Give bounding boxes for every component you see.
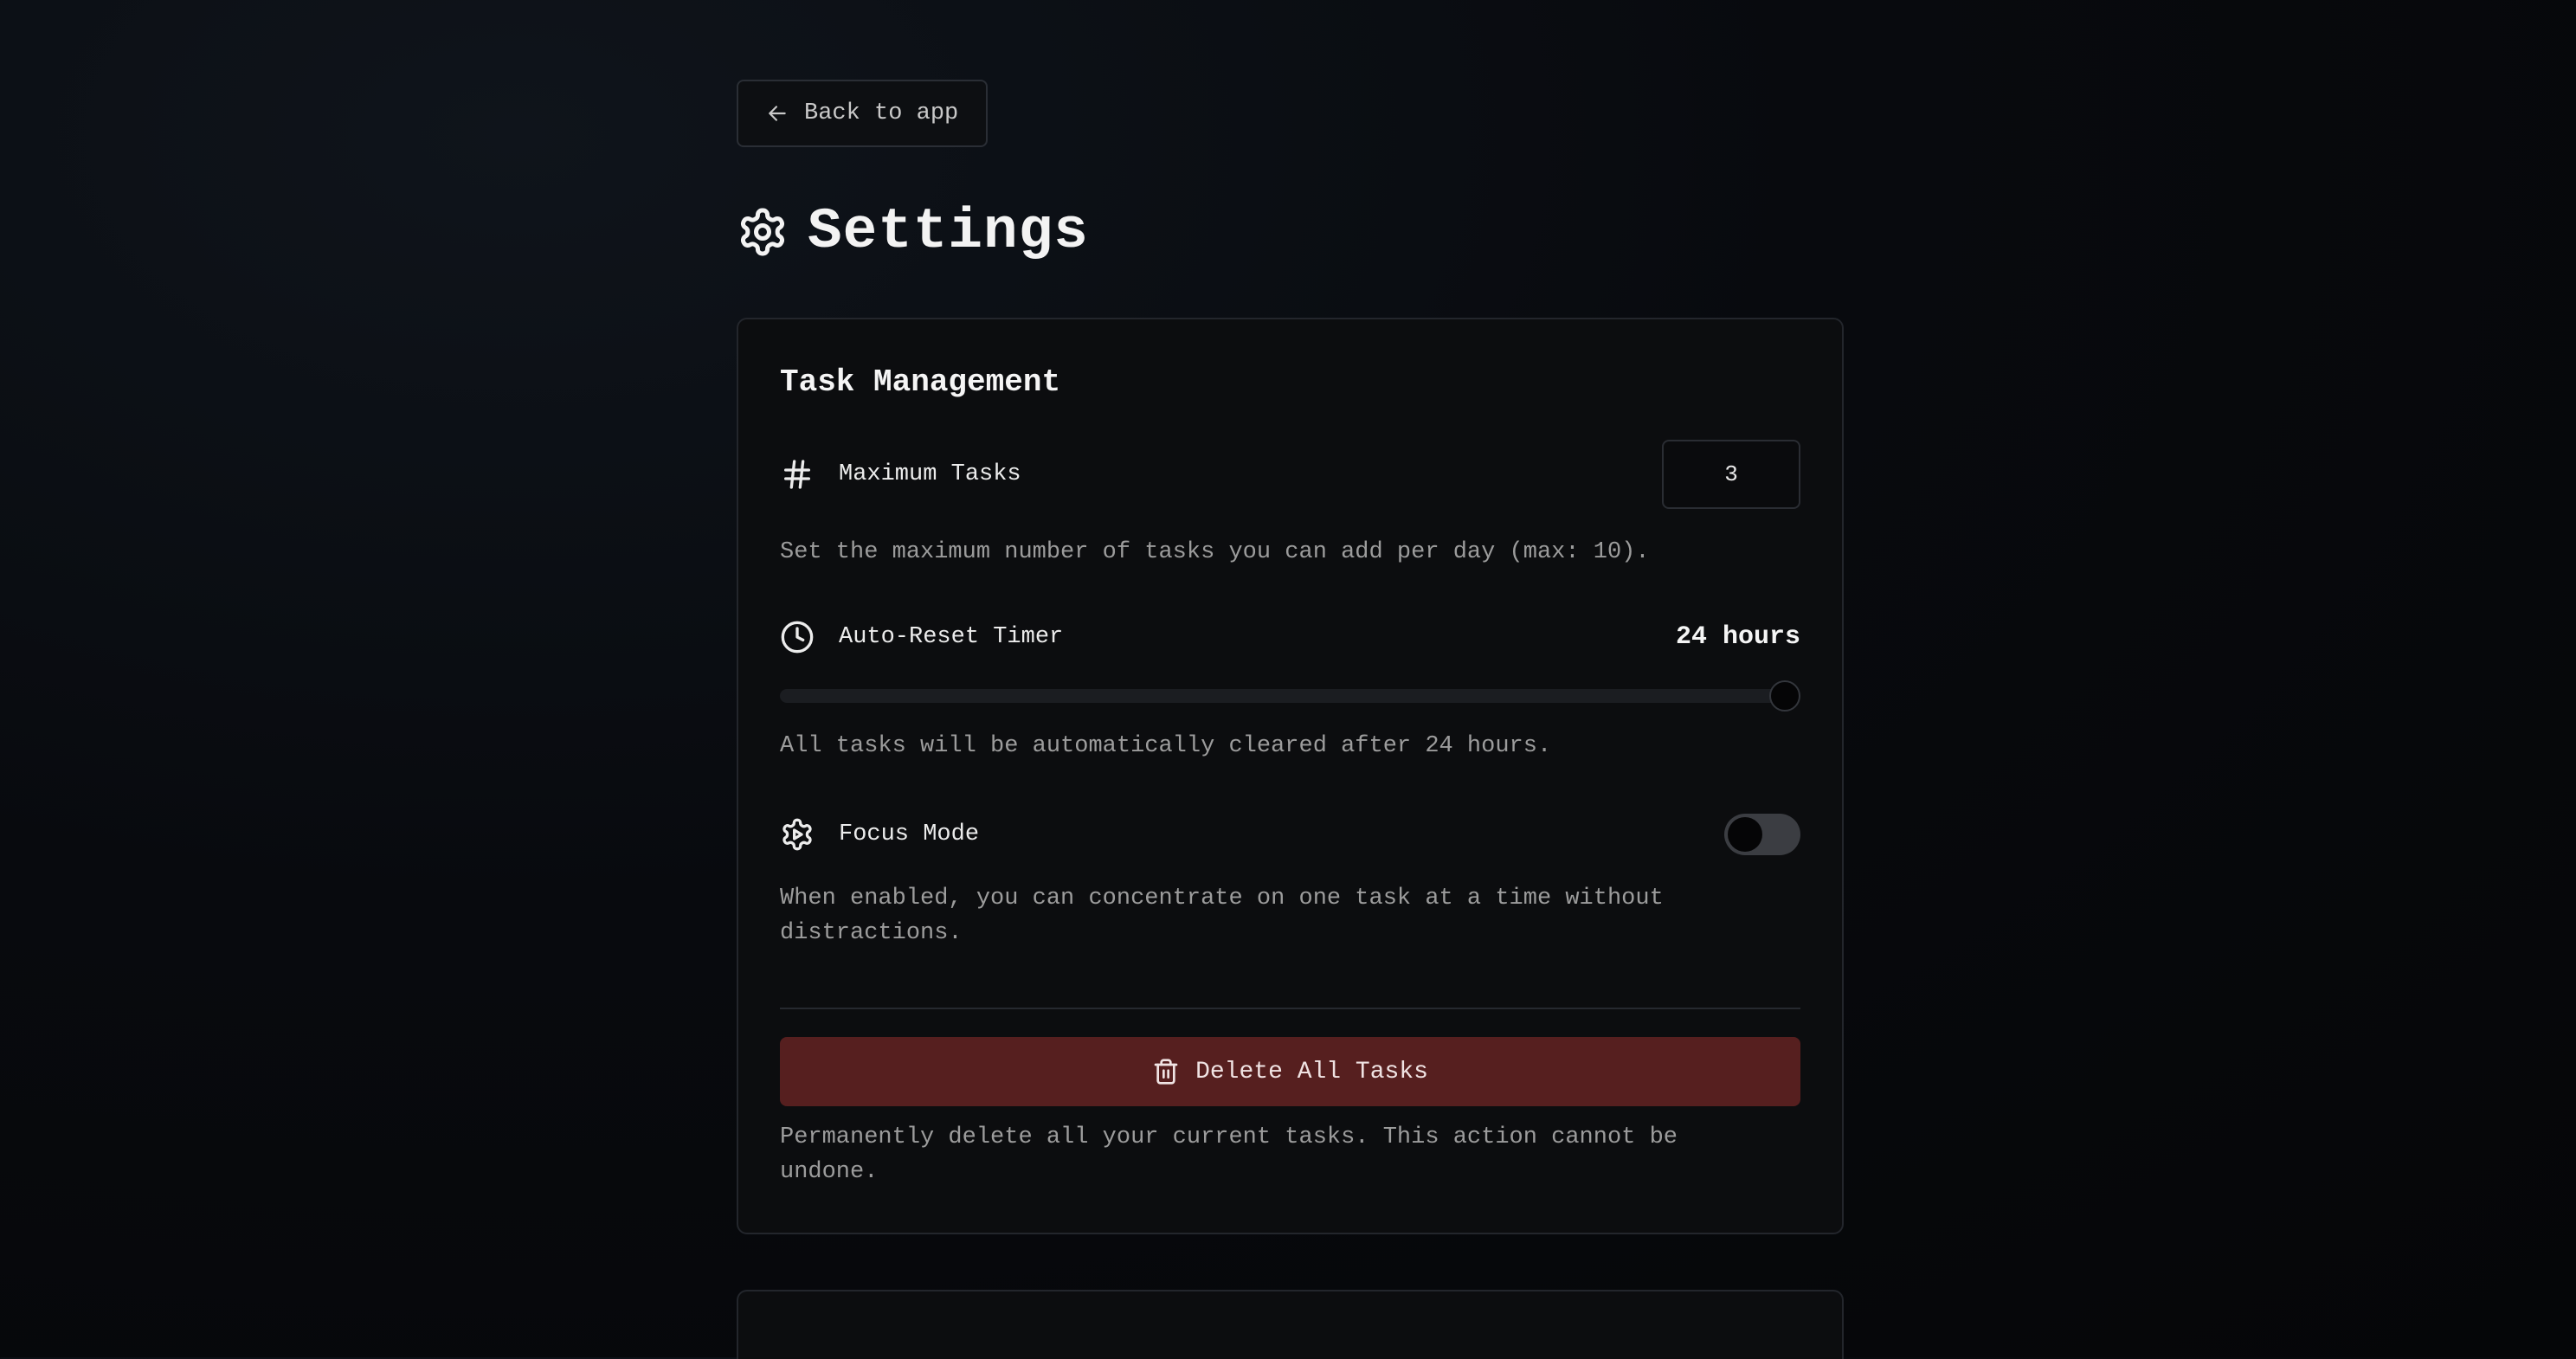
auto-reset-value: 24 hours <box>1675 622 1800 652</box>
auto-reset-slider-thumb[interactable] <box>1769 680 1800 712</box>
max-tasks-label: Maximum Tasks <box>839 461 1021 487</box>
task-management-card: Task Management Maximum Tasks Set the ma… <box>737 318 1844 1234</box>
gear-icon <box>740 208 785 255</box>
focus-mode-description: When enabled, you can concentrate on one… <box>780 886 1664 946</box>
page-title: Settings <box>808 199 1089 264</box>
hash-icon <box>784 460 810 489</box>
auto-reset-label: Auto-Reset Timer <box>839 624 1064 650</box>
back-to-app-button[interactable]: Back to app <box>737 80 989 147</box>
arrow-left-icon <box>769 106 786 121</box>
auto-reset-slider[interactable] <box>780 680 1800 712</box>
max-tasks-input[interactable] <box>1662 440 1800 509</box>
section-title: Task Management <box>780 364 1061 400</box>
focus-mode-label: Focus Mode <box>839 821 980 847</box>
focus-mode-row: Focus Mode <box>780 814 1800 855</box>
focus-gear-icon <box>782 818 812 851</box>
delete-all-tasks-button[interactable]: Delete All Tasks <box>780 1037 1800 1106</box>
next-settings-card <box>737 1290 1844 1359</box>
auto-reset-row: Auto-Reset Timer 24 hours <box>780 620 1800 654</box>
focus-mode-toggle[interactable] <box>1724 814 1800 855</box>
focus-mode-label-group: Focus Mode <box>780 817 979 852</box>
max-tasks-row: Maximum Tasks <box>780 440 1800 509</box>
delete-all-description: Permanently delete all your current task… <box>780 1124 1678 1185</box>
clock-icon <box>781 621 814 654</box>
auto-reset-description: All tasks will be automatically cleared … <box>780 733 1552 759</box>
section-divider <box>780 1008 1800 1009</box>
settings-page: Back to app Settings Task Management Max… <box>737 80 1844 1359</box>
max-tasks-label-group: Maximum Tasks <box>780 457 1021 492</box>
trash-icon <box>1154 1059 1178 1085</box>
max-tasks-description: Set the maximum number of tasks you can … <box>780 539 1650 565</box>
page-header: Settings <box>737 199 1844 264</box>
back-to-app-label: Back to app <box>804 100 959 126</box>
focus-mode-toggle-knob <box>1728 817 1762 852</box>
delete-all-tasks-label: Delete All Tasks <box>1195 1058 1428 1085</box>
auto-reset-label-group: Auto-Reset Timer <box>780 620 1063 654</box>
